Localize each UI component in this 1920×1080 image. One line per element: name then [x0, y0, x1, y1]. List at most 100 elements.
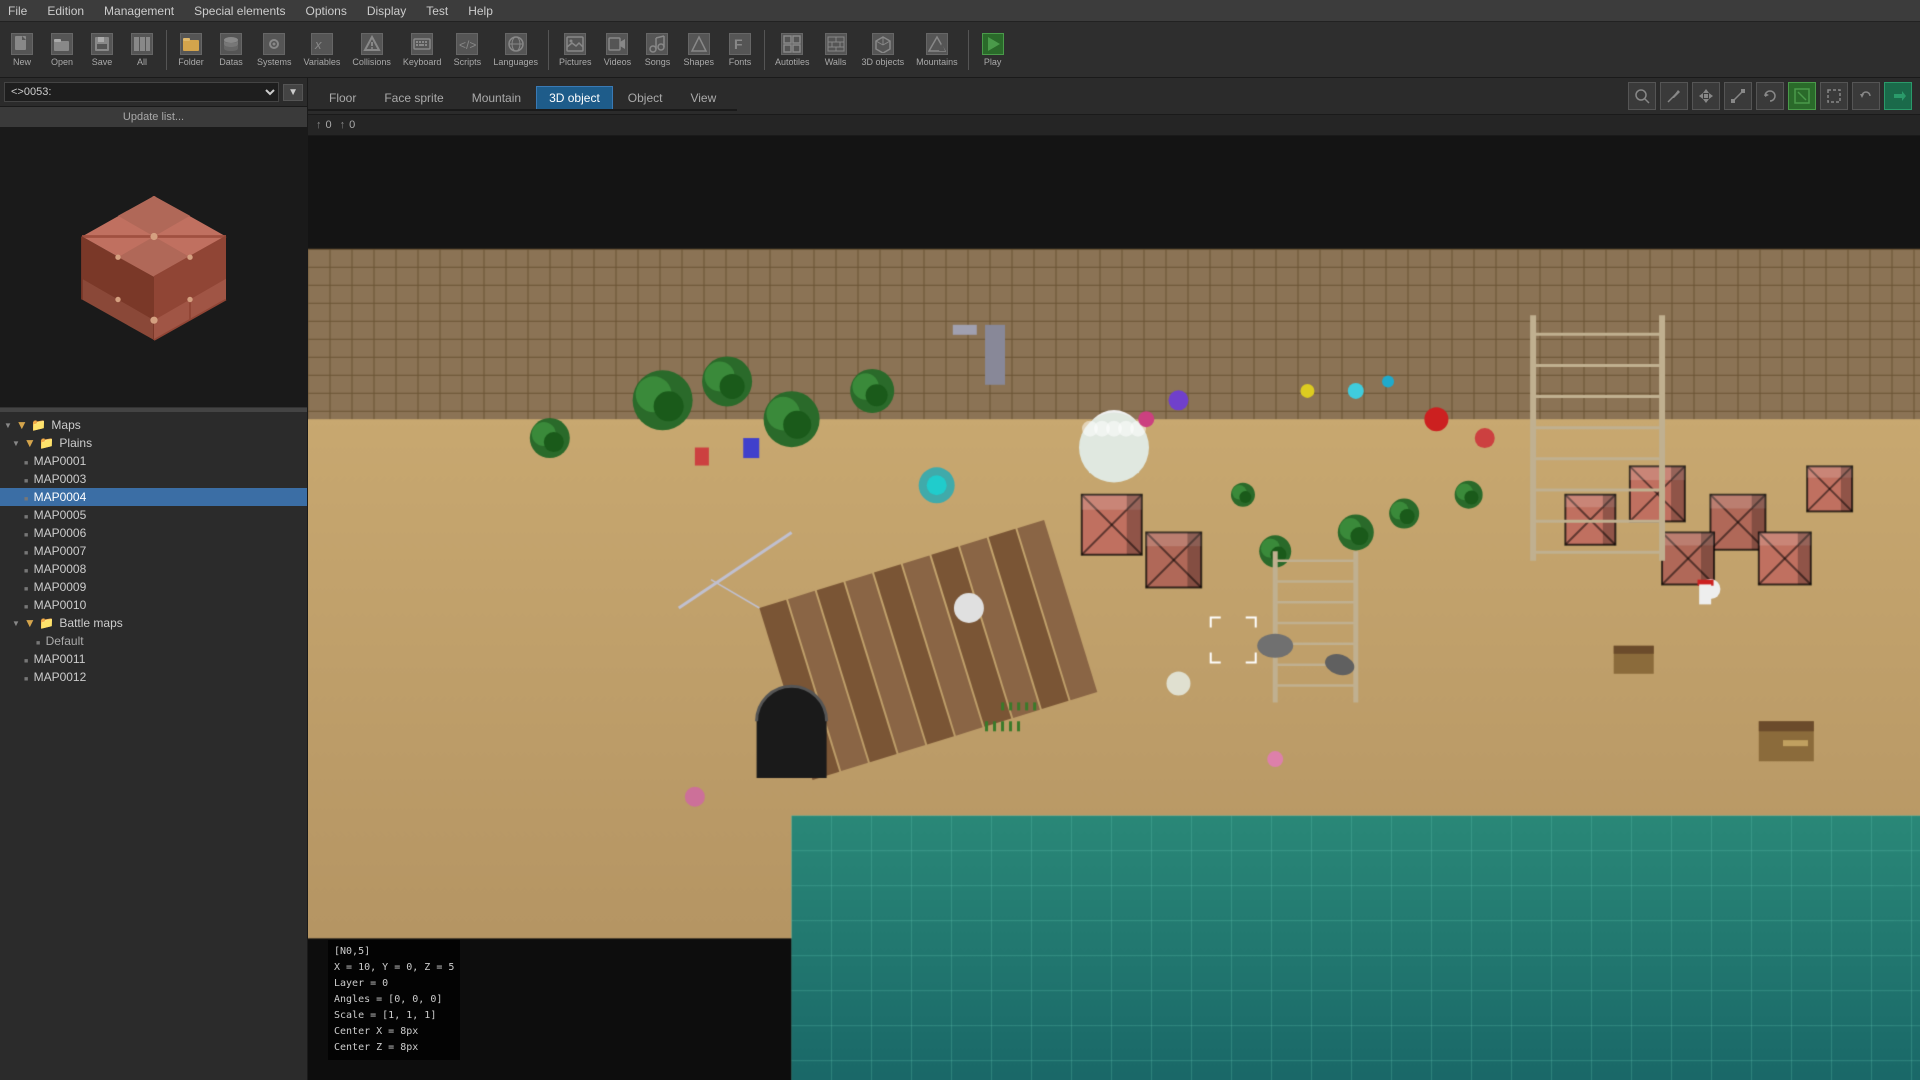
toolbar-systems[interactable]: Systems: [253, 31, 296, 69]
tab-mountain[interactable]: Mountain: [459, 86, 534, 109]
maps-folder-icon: ▼ 📁: [16, 418, 46, 432]
toolbar-all[interactable]: All: [124, 31, 160, 69]
toolbar-songs[interactable]: Songs: [639, 31, 675, 69]
info-line6: Center X = 8px: [334, 1024, 454, 1040]
toolbar-collisions[interactable]: Collisions: [348, 31, 395, 69]
map0011-label: MAP0011: [30, 652, 85, 666]
menu-display[interactable]: Display: [363, 2, 410, 20]
toolbar-new[interactable]: New: [4, 31, 40, 69]
scale-btn[interactable]: [1724, 82, 1752, 110]
draw-btn[interactable]: [1788, 82, 1816, 110]
plains-collapse-arrow[interactable]: [12, 438, 20, 449]
map-canvas[interactable]: [N0,5] X = 10, Y = 0, Z = 5 Layer = 0 An…: [308, 136, 1920, 1080]
toolbar-fonts[interactable]: F Fonts: [722, 31, 758, 69]
toolbar-pictures[interactable]: Pictures: [555, 31, 596, 69]
menu-special[interactable]: Special elements: [190, 2, 289, 20]
menu-file[interactable]: File: [4, 2, 31, 20]
menu-options[interactable]: Options: [301, 2, 350, 20]
undo-btn[interactable]: [1852, 82, 1880, 110]
battlemaps-collapse-arrow[interactable]: [12, 618, 20, 629]
tree-view: ▼ 📁 Maps ▼ 📁 Plains MAP0001 MAP0003: [0, 412, 307, 1080]
default-sq-icon: [36, 634, 40, 648]
pencil-btn[interactable]: [1660, 82, 1688, 110]
toolbar-folder[interactable]: Folder: [173, 31, 209, 69]
map0006-label: MAP0006: [30, 526, 86, 540]
datas-label: Datas: [219, 57, 243, 67]
rotate-btn[interactable]: [1756, 82, 1784, 110]
map-selector: <>0053: ▼: [0, 78, 307, 107]
menu-test[interactable]: Test: [422, 2, 452, 20]
map0004-label: MAP0004: [30, 490, 86, 504]
svg-text:F: F: [734, 36, 743, 52]
tree-item-maps[interactable]: ▼ 📁 Maps: [0, 416, 307, 434]
tree-item-map0005[interactable]: MAP0005: [0, 506, 307, 524]
info-line4: Angles = [0, 0, 0]: [334, 992, 454, 1008]
toolbar-shapes[interactable]: Shapes: [679, 31, 718, 69]
zoom-btn[interactable]: [1628, 82, 1656, 110]
map-select[interactable]: <>0053:: [4, 82, 279, 102]
maps-collapse-arrow[interactable]: [4, 420, 12, 431]
systems-label: Systems: [257, 57, 292, 67]
play-label: Play: [984, 57, 1002, 67]
tree-item-default[interactable]: Default: [0, 632, 307, 650]
walls-icon: [825, 33, 847, 55]
update-list-button[interactable]: Update list...: [0, 107, 307, 128]
map0008-label: MAP0008: [30, 562, 86, 576]
toolbar-autotiles[interactable]: Autotiles: [771, 31, 814, 69]
menu-edition[interactable]: Edition: [43, 2, 88, 20]
map0009-label: MAP0009: [30, 580, 86, 594]
map0006-sq-icon: [24, 526, 28, 540]
menu-management[interactable]: Management: [100, 2, 178, 20]
battlemaps-folder-icon: ▼ 📁: [24, 616, 54, 630]
info-line1: [N0,5]: [334, 944, 454, 960]
toolbar-languages[interactable]: Languages: [489, 31, 542, 69]
toolbar-sep-2: [548, 30, 549, 70]
toolbar-open[interactable]: Open: [44, 31, 80, 69]
tree-item-map0011[interactable]: MAP0011: [0, 650, 307, 668]
tab-object[interactable]: Object: [615, 86, 676, 109]
toolbar-scripts[interactable]: </> Scripts: [449, 31, 485, 69]
play-icon: [982, 33, 1004, 55]
toolbar-walls[interactable]: Walls: [818, 31, 854, 69]
move-btn[interactable]: [1692, 82, 1720, 110]
select-btn[interactable]: [1820, 82, 1848, 110]
tree-item-map0004[interactable]: MAP0004: [0, 488, 307, 506]
map-selector-btn[interactable]: ▼: [283, 84, 303, 101]
coord-row-2: ↑ 0: [340, 119, 356, 131]
main-layout: <>0053: ▼ Update list...: [0, 78, 1920, 1080]
coord-value-2: 0: [349, 119, 355, 131]
variables-label: Variables: [304, 57, 341, 67]
toolbar-3dobjects[interactable]: 3D objects: [858, 31, 909, 69]
tree-item-battlemaps[interactable]: ▼ 📁 Battle maps: [0, 614, 307, 632]
tab-view[interactable]: View: [677, 86, 729, 109]
toolbar-keyboard[interactable]: Keyboard: [399, 31, 446, 69]
tree-item-plains[interactable]: ▼ 📁 Plains: [0, 434, 307, 452]
systems-icon: [263, 33, 285, 55]
redo-btn[interactable]: [1884, 82, 1912, 110]
map0012-sq-icon: [24, 670, 28, 684]
tree-item-map0012[interactable]: MAP0012: [0, 668, 307, 686]
tree-item-map0010[interactable]: MAP0010: [0, 596, 307, 614]
tree-item-map0003[interactable]: MAP0003: [0, 470, 307, 488]
tree-item-map0001[interactable]: MAP0001: [0, 452, 307, 470]
tree-item-map0009[interactable]: MAP0009: [0, 578, 307, 596]
toolbar-save[interactable]: Save: [84, 31, 120, 69]
fonts-label: Fonts: [729, 57, 752, 67]
tab-face-sprite[interactable]: Face sprite: [371, 86, 456, 109]
menu-help[interactable]: Help: [464, 2, 497, 20]
toolbar-mountains[interactable]: Mountains: [912, 31, 962, 69]
toolbar-datas[interactable]: Datas: [213, 31, 249, 69]
toolbar-variables[interactable]: x Variables: [300, 31, 345, 69]
tabs-row: Floor Face sprite Mountain 3D object Obj…: [308, 82, 737, 111]
coords-bar: ↑ 0 ↑ 0: [308, 115, 1920, 136]
toolbar-play[interactable]: Play: [975, 31, 1011, 69]
shapes-icon: [688, 33, 710, 55]
tree-item-map0006[interactable]: MAP0006: [0, 524, 307, 542]
tab-floor[interactable]: Floor: [316, 86, 369, 109]
tree-item-map0008[interactable]: MAP0008: [0, 560, 307, 578]
mountains-icon: [926, 33, 948, 55]
scene-canvas[interactable]: [308, 136, 1920, 1080]
toolbar-videos[interactable]: Videos: [599, 31, 635, 69]
tree-item-map0007[interactable]: MAP0007: [0, 542, 307, 560]
tab-3d-object[interactable]: 3D object: [536, 86, 613, 109]
